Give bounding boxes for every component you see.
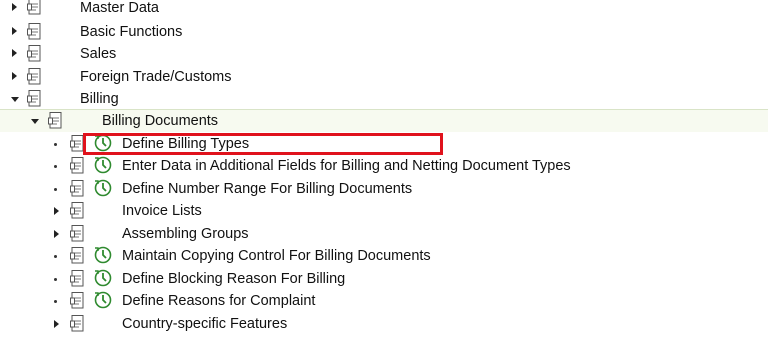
tree-node-define-blocking-reason[interactable]: Define Blocking Reason For Billing bbox=[0, 269, 768, 292]
leaf-bullet-icon bbox=[54, 278, 57, 281]
execute-clock-icon[interactable] bbox=[94, 246, 112, 264]
document-node-icon bbox=[27, 23, 41, 40]
tree-node-label: Maintain Copying Control For Billing Doc… bbox=[122, 248, 431, 264]
tree-node-label: Define Blocking Reason For Billing bbox=[122, 271, 346, 287]
tree-node-label: Foreign Trade/Customs bbox=[80, 69, 232, 85]
tree-node-label: Enter Data in Additional Fields for Bill… bbox=[122, 158, 571, 174]
document-node-icon bbox=[27, 68, 41, 85]
execute-clock-icon[interactable] bbox=[94, 269, 112, 287]
tree-node-label: Assembling Groups bbox=[122, 226, 249, 242]
execute-clock-icon[interactable] bbox=[94, 179, 112, 197]
tree-node-label: Country-specific Features bbox=[122, 316, 288, 332]
expand-arrow-icon[interactable] bbox=[54, 230, 59, 238]
document-node-icon bbox=[70, 225, 84, 242]
expand-arrow-icon[interactable] bbox=[12, 49, 17, 57]
execute-clock-icon[interactable] bbox=[94, 291, 112, 309]
collapse-arrow-icon[interactable] bbox=[31, 119, 39, 124]
document-node-icon bbox=[70, 247, 84, 264]
document-node-icon bbox=[70, 202, 84, 219]
tree-node-label: Define Number Range For Billing Document… bbox=[122, 181, 413, 197]
document-node-icon bbox=[70, 315, 84, 332]
expand-arrow-icon[interactable] bbox=[12, 3, 17, 11]
document-node-icon bbox=[27, 90, 41, 107]
tree-node-assembling-groups[interactable]: Assembling Groups bbox=[0, 224, 768, 247]
document-node-icon bbox=[27, 45, 41, 62]
document-node-icon bbox=[70, 180, 84, 197]
leaf-bullet-icon bbox=[54, 188, 57, 191]
document-node-icon bbox=[70, 292, 84, 309]
tree-node-label: Basic Functions bbox=[80, 24, 183, 40]
document-node-icon bbox=[48, 112, 62, 129]
tree-node-country-specific-features[interactable]: Country-specific Features bbox=[0, 314, 768, 337]
document-node-icon bbox=[70, 157, 84, 174]
document-node-icon bbox=[27, 0, 41, 15]
tree-node-label: Sales bbox=[80, 46, 117, 62]
leaf-bullet-icon bbox=[54, 143, 57, 146]
tree-node-define-reasons-for-complaint[interactable]: Define Reasons for Complaint bbox=[0, 291, 768, 314]
tree-node-sales[interactable]: Sales bbox=[0, 44, 768, 67]
tree-node-enter-data-additional-fields[interactable]: Enter Data in Additional Fields for Bill… bbox=[0, 156, 768, 179]
img-tree: Master Data Basic Functions Sales Foreig… bbox=[0, 0, 768, 336]
leaf-bullet-icon bbox=[54, 300, 57, 303]
tree-node-master-data[interactable]: Master Data bbox=[0, 0, 768, 23]
tree-node-invoice-lists[interactable]: Invoice Lists bbox=[0, 201, 768, 224]
execute-clock-icon[interactable] bbox=[94, 156, 112, 174]
tree-node-label: Billing Documents bbox=[102, 113, 219, 129]
leaf-bullet-icon bbox=[54, 255, 57, 258]
highlight-box bbox=[83, 133, 443, 155]
document-node-icon bbox=[70, 270, 84, 287]
tree-node-label: Billing bbox=[80, 91, 119, 107]
tree-node-label: Define Reasons for Complaint bbox=[122, 293, 316, 309]
expand-arrow-icon[interactable] bbox=[54, 207, 59, 215]
leaf-bullet-icon bbox=[54, 165, 57, 168]
tree-node-maintain-copying-control[interactable]: Maintain Copying Control For Billing Doc… bbox=[0, 246, 768, 269]
expand-arrow-icon[interactable] bbox=[12, 27, 17, 35]
expand-arrow-icon[interactable] bbox=[54, 320, 59, 328]
tree-node-billing[interactable]: Billing bbox=[0, 89, 768, 112]
tree-node-billing-documents[interactable]: Billing Documents bbox=[0, 111, 768, 134]
tree-node-foreign-trade-customs[interactable]: Foreign Trade/Customs bbox=[0, 67, 768, 90]
tree-node-label: Master Data bbox=[80, 0, 159, 16]
expand-arrow-icon[interactable] bbox=[12, 72, 17, 80]
collapse-arrow-icon[interactable] bbox=[11, 97, 19, 102]
tree-node-define-number-range[interactable]: Define Number Range For Billing Document… bbox=[0, 179, 768, 202]
tree-node-basic-functions[interactable]: Basic Functions bbox=[0, 22, 768, 45]
tree-node-label: Invoice Lists bbox=[122, 203, 202, 219]
